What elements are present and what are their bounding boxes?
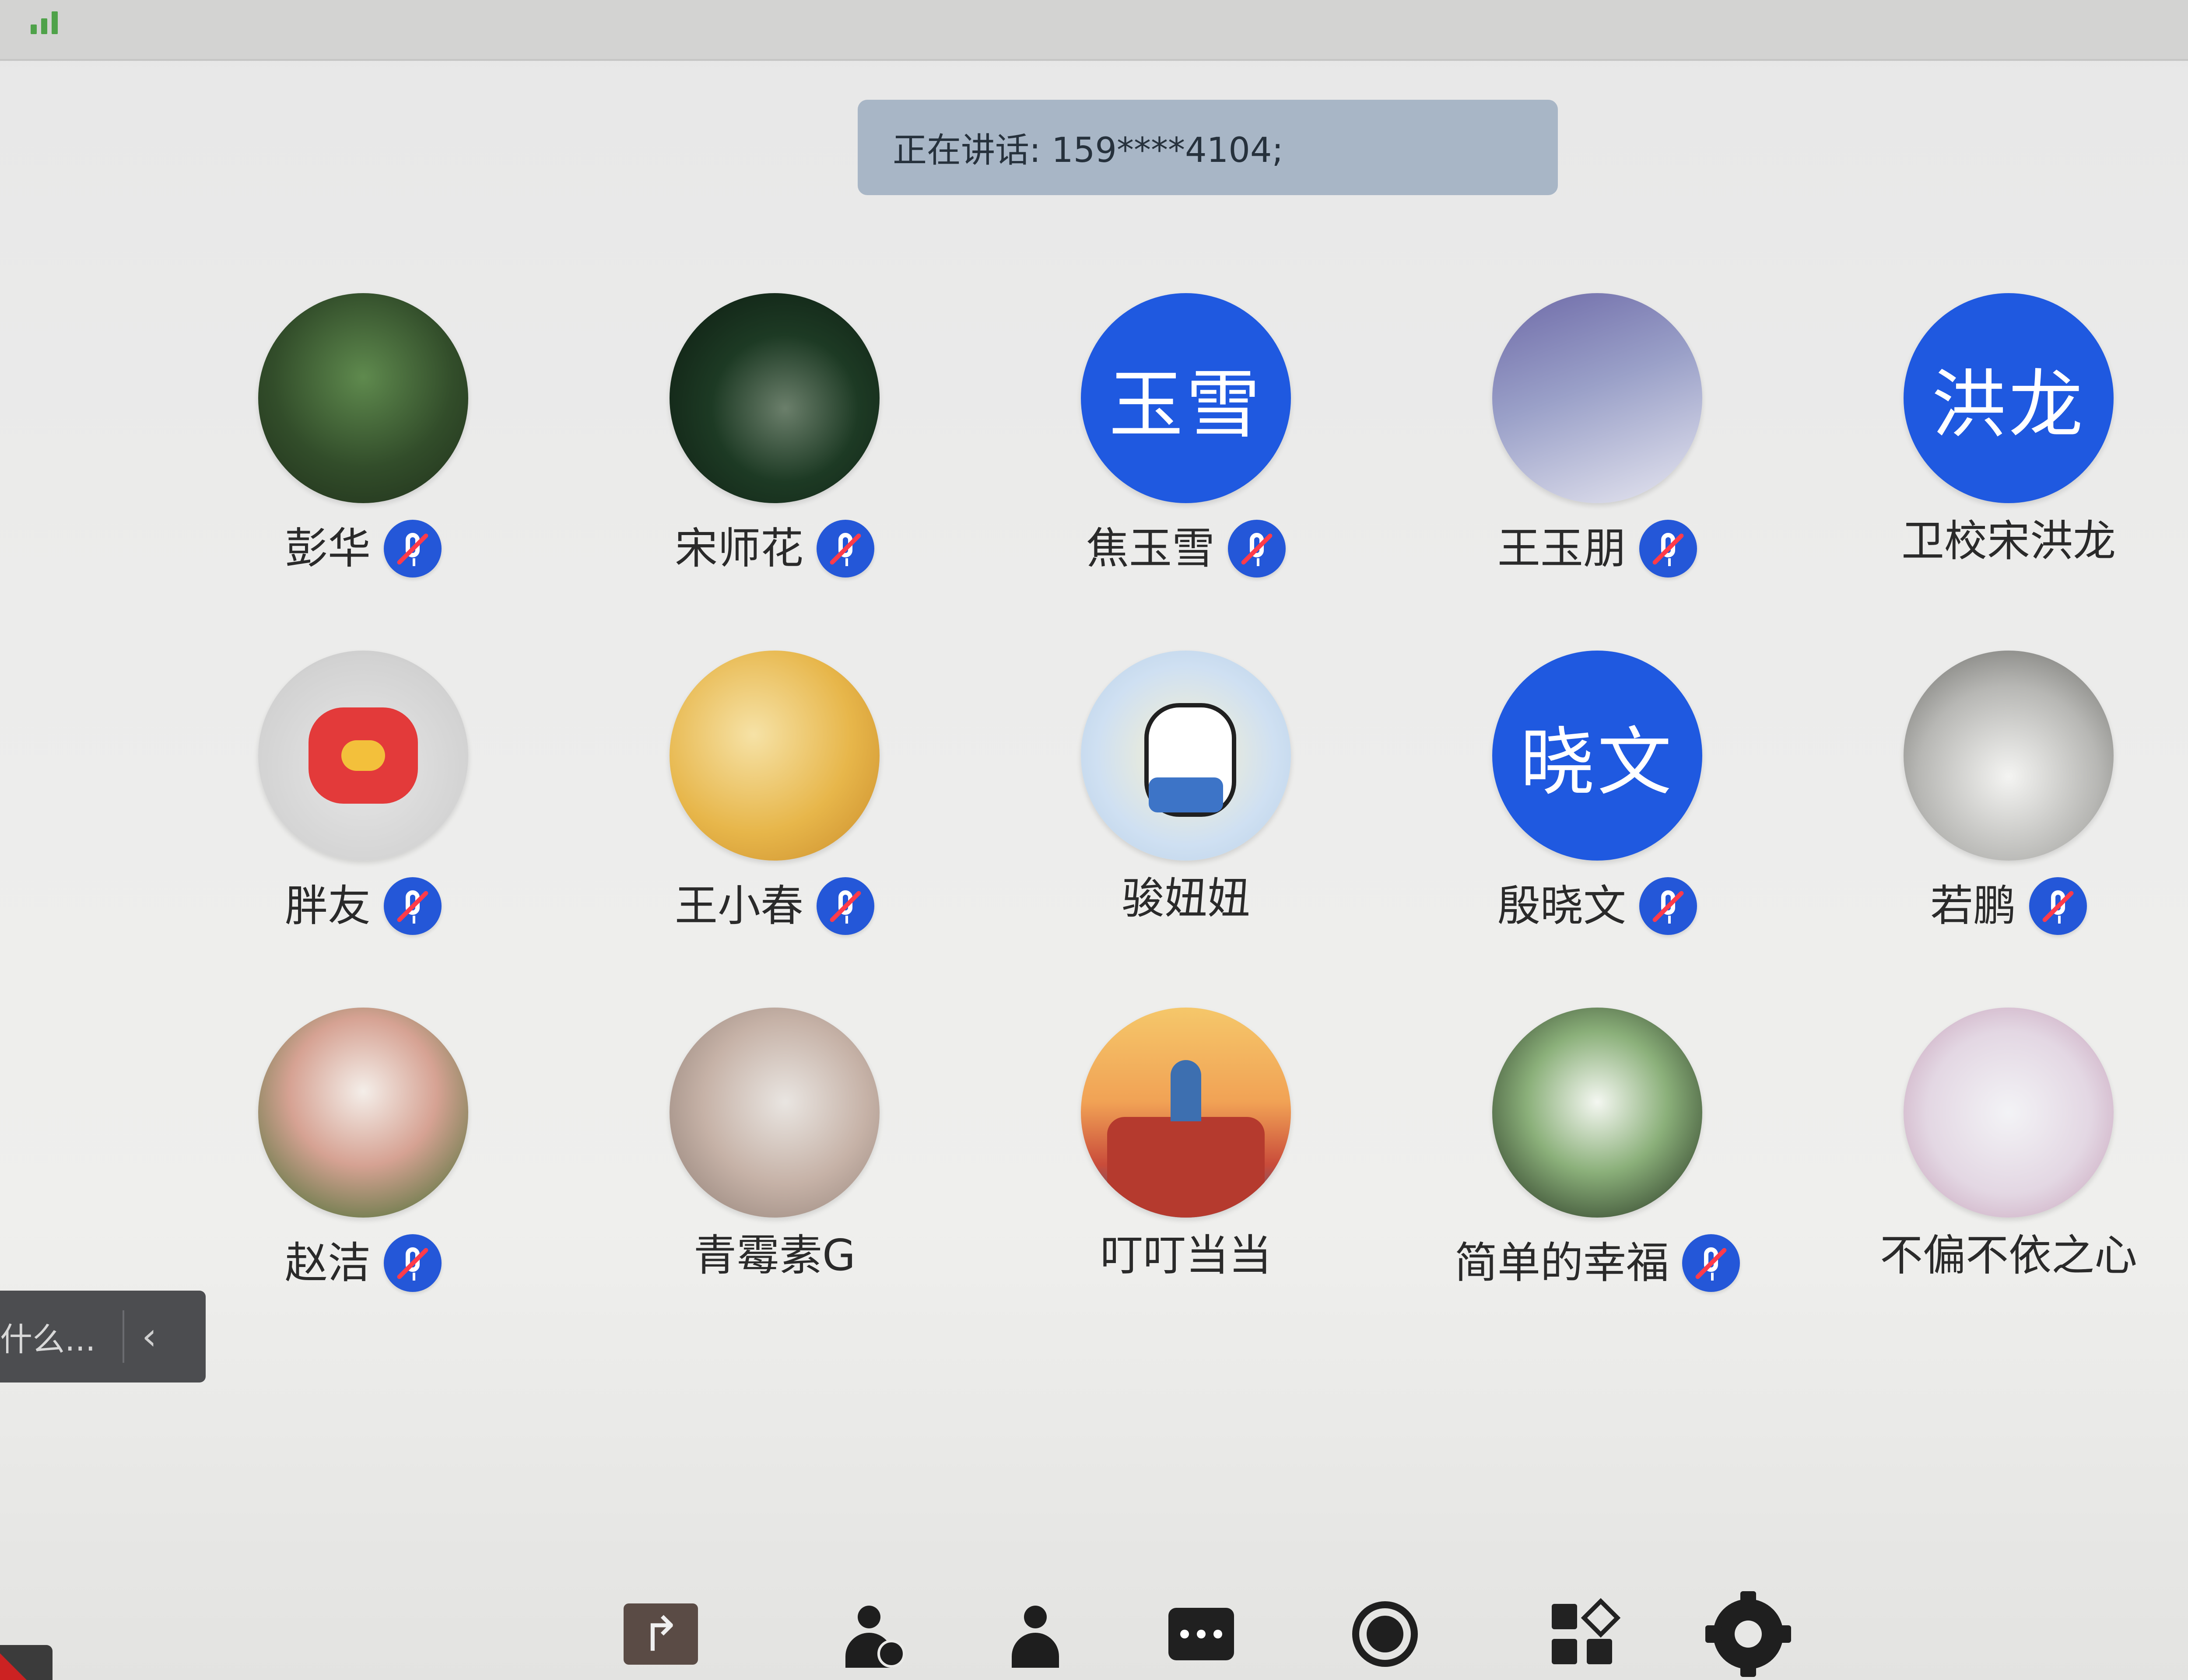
- record-button[interactable]: [1348, 1597, 1422, 1671]
- speaking-text: 正在讲话: 159****4104;: [893, 131, 1283, 170]
- avatar: 玉雪: [1081, 293, 1291, 503]
- avatar: [258, 650, 468, 861]
- member-schedule-button[interactable]: [831, 1597, 906, 1671]
- avatar: [1081, 1008, 1291, 1218]
- member-tile[interactable]: 不偏不依之心: [1803, 1008, 2188, 1365]
- settings-button[interactable]: [1705, 1591, 1791, 1677]
- member-name: 叮叮当当: [1100, 1231, 1272, 1281]
- member-icon: [1002, 1601, 1068, 1668]
- avatar: 洪龙: [1904, 293, 2114, 503]
- member-name: 简单的幸福: [1454, 1238, 1669, 1288]
- member-tile[interactable]: 骏妞妞: [980, 650, 1392, 1008]
- member-name: 殷晓文: [1497, 881, 1626, 931]
- chat-button[interactable]: [1164, 1597, 1238, 1671]
- member-name: 彭华: [284, 524, 371, 574]
- member-tile[interactable]: 洪龙 卫校宋洪龙: [1803, 293, 2188, 651]
- share-button[interactable]: ↱: [624, 1597, 698, 1671]
- share-icon: ↱: [624, 1603, 698, 1665]
- member-name: 焦玉雪: [1086, 524, 1215, 574]
- member-tile[interactable]: 晓文 殷晓文: [1392, 650, 1803, 1008]
- avatar: [670, 1008, 880, 1218]
- avatar-text: 洪龙: [1931, 362, 2086, 448]
- member-tile[interactable]: 胖友: [158, 650, 569, 1008]
- member-name: 青霉素G: [694, 1231, 856, 1281]
- member-tile[interactable]: 若鹏: [1803, 650, 2188, 1008]
- member-tile[interactable]: 彭华: [158, 293, 569, 651]
- mic-muted-icon[interactable]: [1228, 520, 1286, 578]
- mic-muted-icon[interactable]: [384, 877, 442, 935]
- member-tile[interactable]: 赵洁: [158, 1008, 569, 1365]
- avatar: [258, 293, 468, 503]
- mic-muted-icon[interactable]: [384, 520, 442, 578]
- avatar: [670, 293, 880, 503]
- members-button[interactable]: [998, 1597, 1072, 1671]
- avatar-text: 晓文: [1520, 719, 1674, 806]
- member-name: 不偏不依之心: [1879, 1231, 2137, 1281]
- avatar-text: 玉雪: [1108, 362, 1263, 448]
- member-tile[interactable]: 青霉素G: [569, 1008, 980, 1365]
- mic-muted-icon[interactable]: [384, 1234, 442, 1292]
- side-collapsed-panel[interactable]: 什么... ‹: [0, 1291, 206, 1382]
- avatar: [670, 650, 880, 861]
- member-tile[interactable]: 王玉朋: [1392, 293, 1803, 651]
- member-tile[interactable]: 宋师花: [569, 293, 980, 651]
- side-panel-text: 什么...: [0, 1320, 96, 1358]
- bottom-toolbar: ↱: [0, 1575, 2188, 1680]
- apps-button[interactable]: [1545, 1597, 1621, 1671]
- member-tile[interactable]: 王小春: [569, 650, 980, 1008]
- member-name: 卫校宋洪龙: [1901, 516, 2116, 566]
- mic-muted-icon[interactable]: [2029, 877, 2087, 935]
- avatar: 晓文: [1492, 650, 1702, 861]
- avatar: [1904, 650, 2114, 861]
- member-tile[interactable]: 叮叮当当: [980, 1008, 1392, 1365]
- chat-icon: [1168, 1608, 1234, 1660]
- member-name: 宋师花: [674, 524, 803, 574]
- pig-nose: [341, 740, 385, 771]
- member-name: 赵洁: [284, 1238, 371, 1288]
- mic-muted-icon[interactable]: [817, 520, 874, 578]
- avatar: [1492, 1008, 1702, 1218]
- mic-muted-icon[interactable]: [817, 877, 874, 935]
- panda-skirt: [1149, 777, 1223, 812]
- app-corner-icon[interactable]: [0, 1645, 53, 1680]
- member-name: 若鹏: [1930, 881, 2016, 931]
- share-glyph: ↱: [640, 1606, 681, 1662]
- member-name: 骏妞妞: [1121, 873, 1250, 924]
- member-name: 胖友: [284, 881, 371, 931]
- member-grid: 彭华 宋师花 玉雪 焦玉雪 王玉朋 洪龙 卫校宋洪龙 胖友 王小春 骏妞妞 晓文…: [158, 293, 2188, 1365]
- avatar: [258, 1008, 468, 1218]
- record-icon: [1352, 1601, 1418, 1667]
- mic-muted-icon[interactable]: [1639, 877, 1697, 935]
- apps-icon: [1549, 1598, 1621, 1667]
- member-tile[interactable]: 玉雪 焦玉雪: [980, 293, 1392, 651]
- chevron-left-icon[interactable]: ‹: [142, 1315, 157, 1358]
- avatar: [1492, 293, 1702, 503]
- signal-bars-icon: [31, 8, 58, 34]
- speaking-banner: 正在讲话: 159****4104;: [858, 100, 1558, 195]
- mic-muted-icon[interactable]: [1639, 520, 1697, 578]
- member-name: 王玉朋: [1497, 524, 1626, 574]
- member-clock-icon: [836, 1601, 905, 1668]
- gear-icon: [1705, 1591, 1791, 1677]
- side-panel-divider: [123, 1310, 124, 1363]
- avatar: [1904, 1008, 2114, 1218]
- top-status-bar: [0, 0, 2188, 61]
- cathedral-dome: [1171, 1060, 1201, 1122]
- avatar: [1081, 650, 1291, 861]
- member-tile[interactable]: 简单的幸福: [1392, 1008, 1803, 1365]
- cathedral-illustration: [1107, 1117, 1265, 1218]
- mic-muted-icon[interactable]: [1682, 1234, 1740, 1292]
- member-name: 王小春: [674, 881, 803, 931]
